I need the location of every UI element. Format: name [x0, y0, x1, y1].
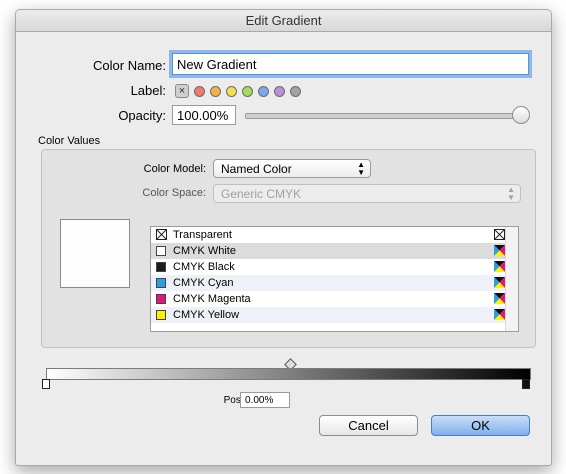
swatch-name: CMYK Yellow [173, 309, 240, 321]
swatch-name: CMYK Cyan [173, 277, 234, 289]
gradient-bar[interactable] [46, 368, 531, 380]
label-color-blue[interactable] [258, 85, 269, 97]
gradient-end-stop[interactable] [522, 379, 530, 389]
swatch-name: CMYK Black [173, 261, 235, 273]
swatch-chip [156, 294, 166, 304]
color-space-label: Color Space: [142, 187, 206, 199]
gradient-start-stop[interactable] [42, 379, 50, 389]
cmyk-icon [494, 261, 505, 272]
swatch-chip [156, 310, 166, 320]
label-color-gray[interactable] [290, 85, 301, 97]
opacity-slider-knob[interactable] [512, 106, 530, 124]
color-name-label: Color Name: [93, 58, 166, 73]
color-model-label: Color Model: [143, 163, 206, 175]
swatch-list: Transparent CMYK White CMYK Black CMYK C… [150, 226, 519, 332]
swatch-chip [156, 246, 166, 256]
color-name-input[interactable] [172, 53, 529, 75]
swatch-row-transparent[interactable]: Transparent [151, 227, 518, 243]
opacity-slider-track[interactable] [245, 113, 529, 119]
popup-arrows-icon: ▲ ▼ [357, 160, 365, 177]
color-space-value: Generic CMYK [221, 187, 302, 201]
label-color-green[interactable] [242, 85, 253, 97]
swatch-name: Transparent [173, 229, 232, 241]
position-input[interactable] [240, 392, 290, 408]
swatch-chip [156, 262, 166, 272]
edit-gradient-dialog: Edit Gradient Color Name: Label: × Opaci… [15, 9, 552, 466]
swatch-list-scrollbar[interactable] [505, 227, 518, 331]
swatch-row-cmyk-white[interactable]: CMYK White [151, 243, 518, 259]
swatch-row-cmyk-magenta[interactable]: CMYK Magenta [151, 291, 518, 307]
cancel-button[interactable]: Cancel [319, 415, 418, 436]
cmyk-icon [494, 277, 505, 288]
swatch-chip [156, 278, 166, 288]
cmyk-icon [494, 293, 505, 304]
color-values-heading: Color Values [38, 135, 101, 147]
label-none-icon[interactable]: × [175, 84, 189, 98]
opacity-input[interactable] [172, 105, 236, 125]
swatch-row-cmyk-yellow[interactable]: CMYK Yellow [151, 307, 518, 323]
color-preview-swatch [60, 219, 130, 288]
label-color-red[interactable] [194, 85, 205, 97]
opacity-label: Opacity: [118, 108, 166, 123]
label-color-yellow[interactable] [226, 85, 237, 97]
label-color-purple[interactable] [274, 85, 285, 97]
color-model-popup[interactable]: Named Color ▲ ▼ [213, 159, 371, 178]
window-title: Edit Gradient [16, 10, 551, 32]
popup-arrows-icon: ▲ ▼ [507, 185, 515, 202]
color-space-popup: Generic CMYK ▲ ▼ [213, 184, 521, 203]
swatch-name: CMYK White [173, 245, 236, 257]
label-label: Label: [130, 83, 166, 98]
cmyk-icon [494, 309, 505, 320]
swatch-row-cmyk-black[interactable]: CMYK Black [151, 259, 518, 275]
color-model-value: Named Color [221, 162, 292, 176]
ok-button[interactable]: OK [431, 415, 530, 436]
transparent-x-icon [494, 229, 505, 240]
swatch-row-cmyk-cyan[interactable]: CMYK Cyan [151, 275, 518, 291]
swatch-name: CMYK Magenta [173, 293, 251, 305]
transparent-x-icon [156, 229, 167, 240]
label-color-picker: × [175, 82, 301, 100]
cmyk-icon [494, 245, 505, 256]
label-color-orange[interactable] [210, 85, 221, 97]
